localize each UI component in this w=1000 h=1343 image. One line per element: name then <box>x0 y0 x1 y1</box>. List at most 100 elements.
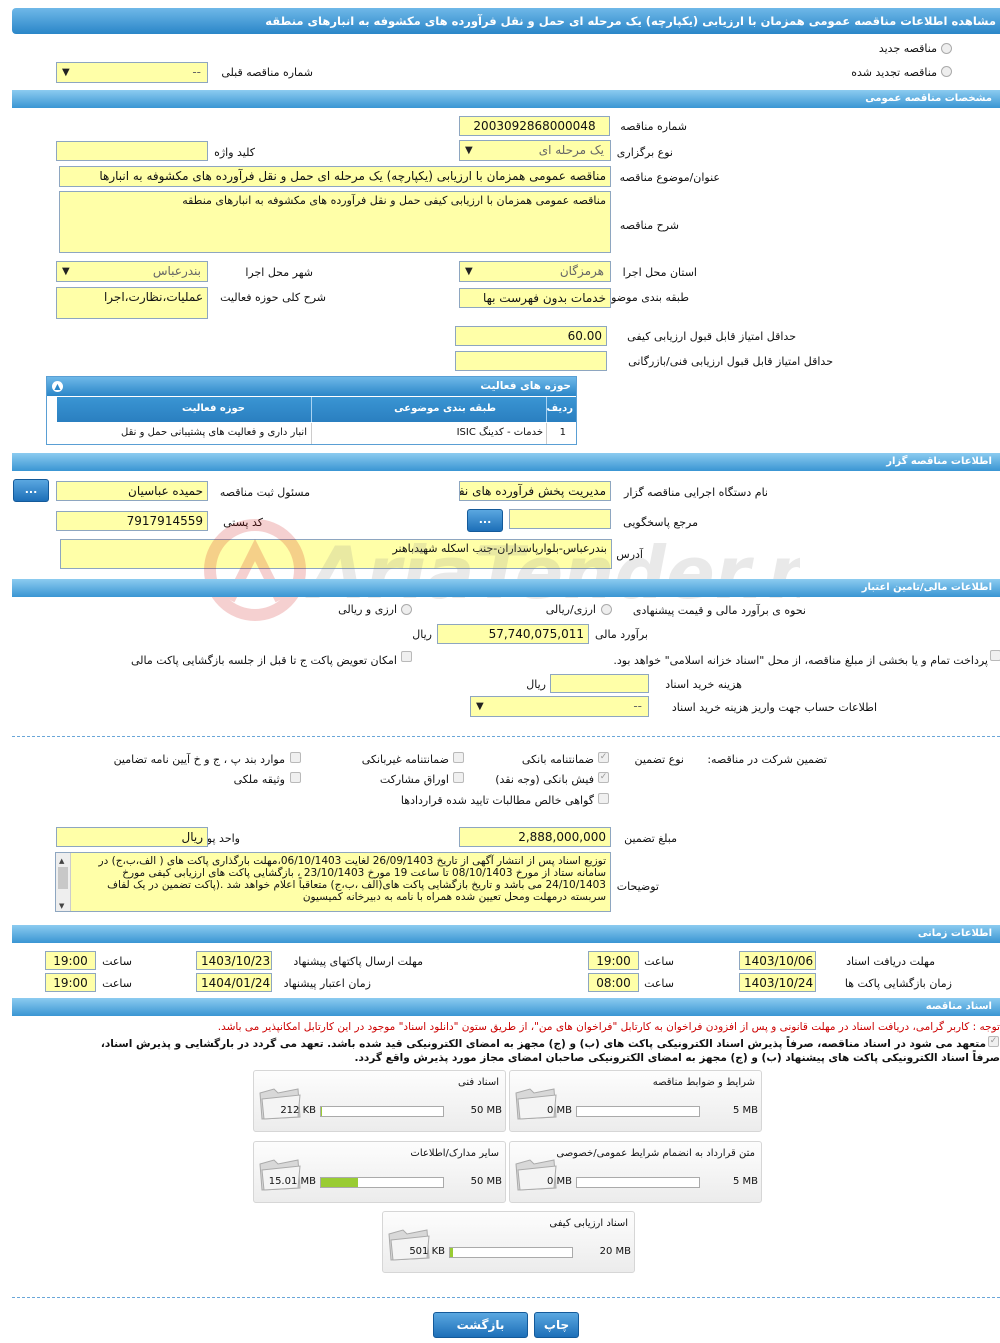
col-row: ردیف <box>546 403 573 414</box>
guarantee-regulation-label: موارد بند پ ، ج و خ آیین نامه تضامین <box>113 753 285 766</box>
category-field[interactable]: خدمات بدون فهرست بها <box>459 288 611 308</box>
file-name: سایر مدارک/اطلاعات <box>410 1148 499 1159</box>
commitment-checkbox[interactable]: ✓ <box>988 1036 999 1047</box>
estimate-field[interactable]: 57,740,075,011 <box>437 624 589 644</box>
document-file[interactable]: متن قرارداد به انضمام شرایط عمومی/خصوصی 5… <box>509 1141 762 1203</box>
send-deadline-date[interactable]: 1403/10/23 <box>196 951 272 970</box>
opening-time[interactable]: 08:00 <box>588 973 639 992</box>
subject-label: عنوان/موضوع مناقصه <box>619 171 720 184</box>
prev-tender-select[interactable]: -- ▼ <box>56 62 208 83</box>
guarantee-bonds-label: اوراق مشارکت <box>379 773 449 786</box>
document-file[interactable]: شرایط و ضوابط مناقصه 5 MB 0 MB <box>509 1070 762 1132</box>
participation-guarantee-label: تضمین شرکت در مناقصه: <box>707 753 827 766</box>
renewed-tender-label: مناقصه تجدید شده <box>851 66 937 79</box>
file-name: اسناد ارزیابی کیفی <box>549 1218 628 1229</box>
min-quality-field[interactable]: 60.00 <box>455 326 607 346</box>
validity-date[interactable]: 1404/01/24 <box>196 973 272 992</box>
tender-number-label: شماره مناقصه <box>620 120 687 133</box>
document-file[interactable]: سایر مدارک/اطلاعات 50 MB 15.01 MB <box>253 1141 506 1203</box>
radio-renewed-tender[interactable] <box>941 66 952 77</box>
receive-deadline-date[interactable]: 1403/10/06 <box>739 951 816 970</box>
radio-new-tender[interactable] <box>941 43 952 54</box>
activity-field[interactable]: عملیات،نظارت،اجرا <box>56 287 208 319</box>
document-file[interactable]: اسناد ارزیابی کیفی 20 MB 501 KB <box>382 1211 635 1273</box>
notes-field[interactable]: توزیع اسناد پس از انتشار آگهی از تاریخ 2… <box>55 852 611 912</box>
collapse-icon[interactable]: ▲ <box>52 381 63 392</box>
validity-time[interactable]: 19:00 <box>45 973 96 992</box>
receive-deadline-label: مهلت دریافت اسناد <box>846 955 935 968</box>
new-tender-label: مناقصه جدید <box>878 42 937 55</box>
chevron-down-icon: ▼ <box>465 145 473 156</box>
description-label: شرح مناقصه <box>619 219 679 232</box>
chevron-down-icon: ▼ <box>62 266 70 277</box>
city-select[interactable]: بندرعباس ▼ <box>56 261 208 282</box>
opening-date[interactable]: 1403/10/24 <box>739 973 816 992</box>
file-name: متن قرارداد به انضمام شرایط عمومی/خصوصی <box>556 1148 755 1159</box>
guarantee-property-checkbox[interactable] <box>290 772 301 783</box>
print-button[interactable]: چاپ <box>534 1312 579 1338</box>
guarantee-bonds-checkbox[interactable] <box>453 772 464 783</box>
guarantee-cash-label: فیش بانکی (وجه نقد) <box>495 773 594 786</box>
col-category: طبقه بندی موضوعی <box>394 403 496 414</box>
holding-type-label: نوع برگزاری <box>616 146 673 159</box>
prev-tender-no-label: شماره مناقصه قبلی <box>221 66 313 79</box>
back-button[interactable]: بازگشت <box>433 1312 528 1338</box>
treasury-label: پرداخت تمام و یا بخشی از مبلغ مناقصه، از… <box>613 654 988 667</box>
docs-note: توجه : کاربر گرامی، دریافت اسناد در مهلت… <box>217 1021 1000 1033</box>
opening-label: زمان بازگشایی پاکت ها <box>844 977 952 990</box>
doc-fee-field[interactable] <box>550 674 649 693</box>
responsible-lookup-button[interactable]: ... <box>13 479 49 502</box>
receive-time[interactable]: 19:00 <box>588 951 639 970</box>
treasury-checkbox[interactable] <box>990 650 1000 661</box>
section-documents: اسناد مناقصه <box>12 998 1000 1016</box>
city-label: شهر محل اجرا <box>245 266 313 279</box>
doc-fee-unit: ریال <box>526 678 546 691</box>
guarantee-claims-checkbox[interactable] <box>598 793 609 804</box>
currency-field[interactable]: ریال <box>56 827 208 847</box>
radio-currency[interactable] <box>401 604 412 615</box>
radio-rial[interactable] <box>601 604 612 615</box>
section-finance: اطلاعات مالی/تامین اعتبار <box>12 579 1000 597</box>
province-select[interactable]: هرمزگان ▼ <box>459 261 611 282</box>
tender-number-field[interactable]: 2003092868000048 <box>459 116 610 136</box>
commitment-text-1: متعهد می شود در اسناد مناقصه، صرفاً پذیر… <box>100 1038 986 1050</box>
file-size: 212 KB <box>280 1105 316 1116</box>
radio-rial-label: ارزی/ریالی <box>545 603 596 616</box>
estimate-method-label: نحوه ی برآورد مالی و قیمت پیشنهادی <box>632 604 806 617</box>
guarantee-bank-label: ضمانتنامه بانکی <box>521 753 594 766</box>
file-size: 0 MB <box>546 1105 572 1116</box>
notes-label: توضیحات <box>616 880 659 893</box>
guarantee-regulation-checkbox[interactable] <box>290 752 301 763</box>
guarantee-nonbank-checkbox[interactable] <box>453 752 464 763</box>
responsible-field[interactable]: حمیده عباسیان <box>56 481 208 501</box>
notes-scrollbar[interactable]: ▲ ▼ <box>56 853 71 911</box>
description-field[interactable]: مناقصه عمومی همزمان با ارزیابی کیفی حمل … <box>59 191 611 253</box>
swap-checkbox[interactable] <box>401 651 412 662</box>
validity-time-label: ساعت <box>102 977 132 990</box>
min-quality-label: حداقل امتیاز قابل قبول ارزیابی کیفی <box>627 330 796 343</box>
org-name-field[interactable]: مدیریت پخش فرآورده های نفتی <box>459 481 611 501</box>
table-row: 1 خدمات - کدینگ ISIC انبار داری و فعالیت… <box>57 423 576 444</box>
subject-field[interactable]: مناقصه عمومی همزمان با ارزیابی (یکپارچه)… <box>59 166 611 187</box>
guarantee-amount-field[interactable]: 2,888,000,000 <box>459 827 611 847</box>
keyword-label: کلید واژه <box>214 146 255 159</box>
guarantee-cash-checkbox[interactable]: ✓ <box>598 772 609 783</box>
holding-type-select[interactable]: یک مرحله ای ▼ <box>459 140 611 161</box>
min-tech-field[interactable] <box>455 351 607 371</box>
file-size: 15.01 MB <box>268 1176 316 1187</box>
document-file[interactable]: اسناد فنی 50 MB 212 KB <box>253 1070 506 1132</box>
account-select[interactable]: -- ▼ <box>470 696 649 717</box>
activity-table-title: حوزه های فعالیت <box>480 380 571 392</box>
receive-time-label: ساعت <box>644 955 674 968</box>
guarantee-type-label: نوع تضمین <box>634 753 684 766</box>
guarantee-claims-label: گواهی خالص مطالبات تایید شده قراردادها <box>400 794 594 807</box>
province-label: استان محل اجرا <box>622 266 697 279</box>
section-timing: اطلاعات زمانی <box>12 925 1000 943</box>
send-time[interactable]: 19:00 <box>45 951 96 970</box>
chevron-down-icon: ▼ <box>62 67 70 78</box>
activity-table-header: حوزه های فعالیت ▲ <box>47 377 576 396</box>
radio-currency-label: ارزی و ریالی <box>338 603 397 616</box>
postal-code-field[interactable]: 7917914559 <box>56 511 208 531</box>
keyword-field[interactable] <box>56 141 208 161</box>
guarantee-bank-checkbox[interactable]: ✓ <box>598 752 609 763</box>
